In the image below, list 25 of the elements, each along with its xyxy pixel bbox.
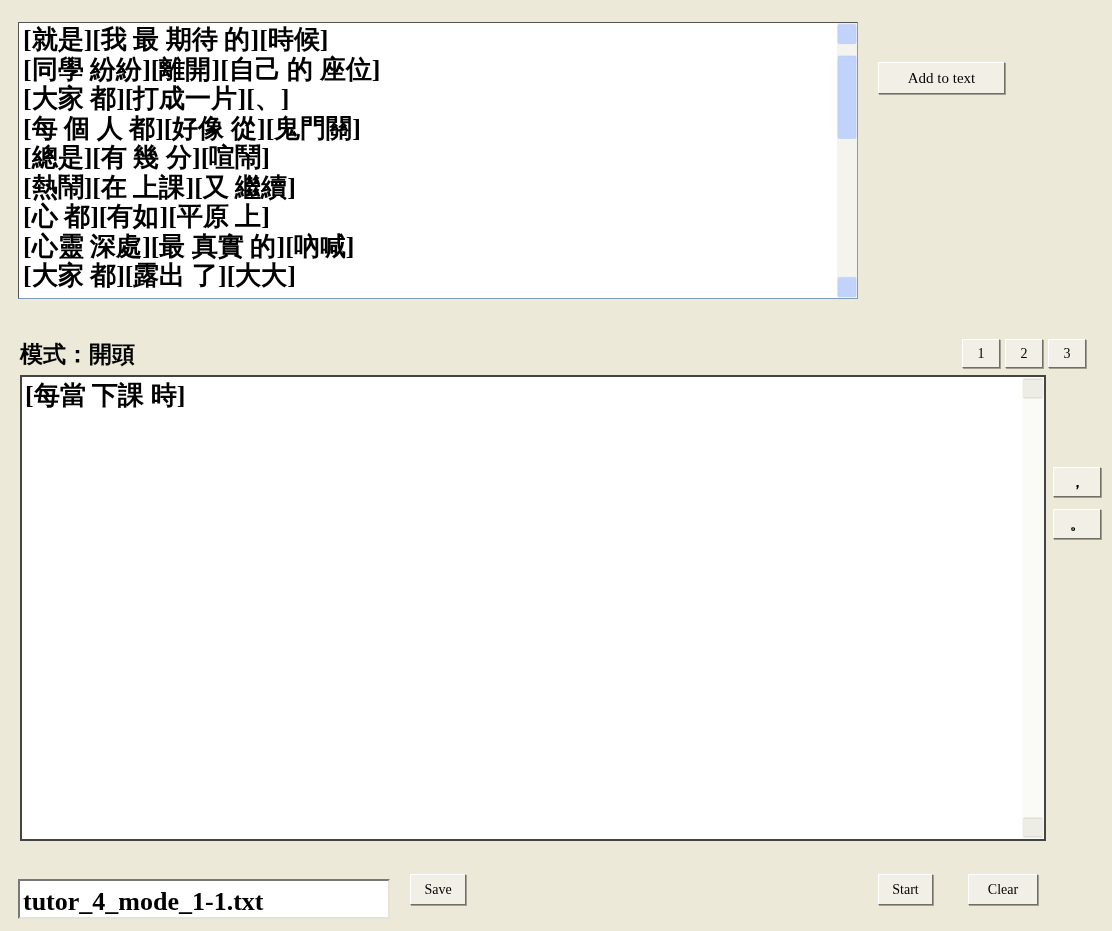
punctuation-button[interactable]: ，	[1053, 467, 1101, 497]
add-to-text-button[interactable]: Add to text	[878, 62, 1005, 94]
editor-text: [每當 下課 時]	[25, 381, 186, 411]
save-button[interactable]: Save	[410, 874, 466, 905]
text-editor[interactable]: [每當 下課 時]	[20, 375, 1046, 841]
list-item[interactable]: [每 個 人 都][好像 從][鬼門關]	[23, 113, 361, 143]
start-button[interactable]: Start	[878, 874, 933, 905]
filename-field[interactable]: tutor_4_mode_1-1.txt	[18, 879, 390, 919]
mode-button[interactable]: 2	[1005, 339, 1043, 368]
scrollbar[interactable]	[1022, 377, 1044, 839]
list-item[interactable]: [心 都][有如][平原 上]	[23, 202, 270, 232]
list-item[interactable]: [大家 都][打成一片][、]	[23, 84, 290, 114]
list-item[interactable]: [心靈 深處][最 真實 的][吶喊]	[23, 231, 355, 261]
mode-label: 模式：開頭	[20, 343, 135, 368]
clear-button[interactable]: Clear	[968, 874, 1038, 905]
list-item[interactable]: [熱鬧][在 上課][又 繼續]	[23, 172, 296, 202]
mode-button[interactable]: 1	[962, 339, 1000, 368]
list-item[interactable]: [總是][有 幾 分][喧鬧]	[23, 143, 270, 173]
scrollbar[interactable]	[837, 23, 857, 298]
punctuation-button[interactable]: 。	[1053, 509, 1101, 539]
list-item[interactable]: [同學 紛紛][離開][自己 的 座位]	[23, 54, 381, 84]
list-item[interactable]: [就是][我 最 期待 的][時候]	[23, 25, 329, 55]
list-item[interactable]: [大家 都][露出 了][大大]	[23, 261, 296, 291]
phrase-list[interactable]: [就是][我 最 期待 的][時候] [同學 紛紛][離開][自己 的 座位] [大家 都][打成一片][、] [每 個 人 都][好像 從][鬼門關] [總是][有 幾 分][喧鬧] [熱鬧][在 上課][又 繼續] [心 都][有如][平原 上] [心靈 深處][最 真實 的][吶喊] [大家 都][露出 了][大大]	[18, 22, 858, 299]
mode-button[interactable]: 3	[1048, 339, 1086, 368]
